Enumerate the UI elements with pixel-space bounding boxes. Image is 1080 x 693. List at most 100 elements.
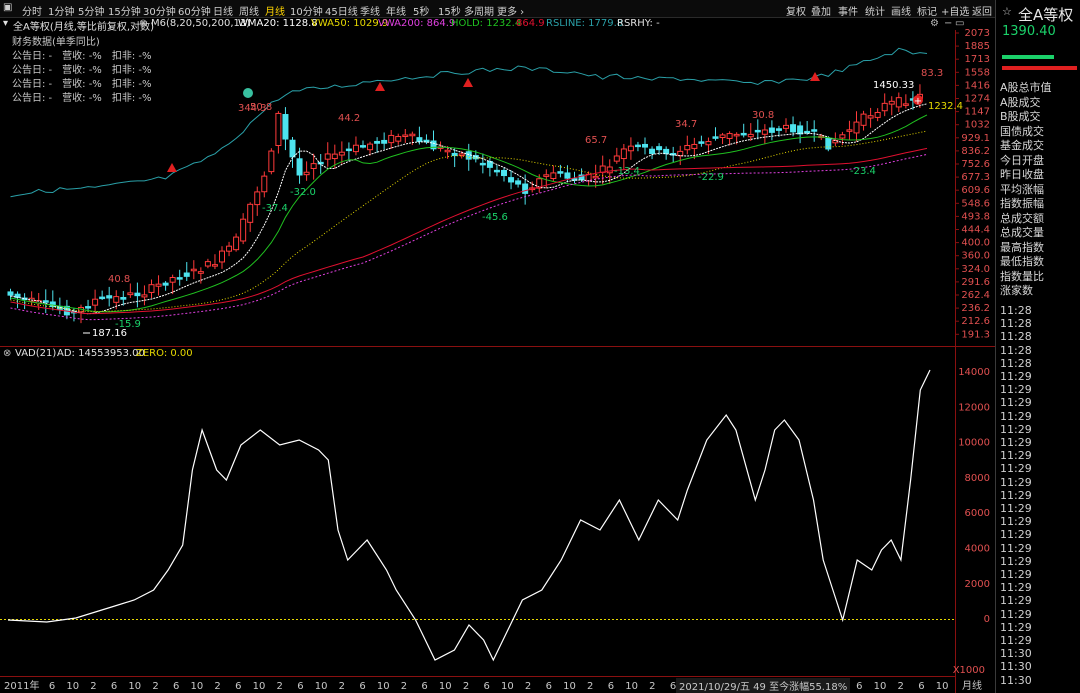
candle-body <box>479 162 486 166</box>
time-axis-label: 10 <box>128 681 141 692</box>
time-axis-label: 2 <box>587 681 593 692</box>
time-axis-label: 10 <box>874 681 887 692</box>
price-axis-label: 1274 <box>965 94 990 105</box>
candle-body <box>649 148 656 155</box>
time-axis-label: 2 <box>898 681 904 692</box>
candle-body <box>783 124 789 129</box>
candle-body <box>804 130 811 134</box>
candle-body <box>289 139 296 158</box>
price-axis-label: 2073 <box>965 28 990 39</box>
tick-time: 11:28 <box>1000 330 1032 344</box>
signal-triangle-icon <box>463 78 473 87</box>
time-axis-label: 2 <box>152 681 158 692</box>
candle-body <box>155 283 162 287</box>
time-axis-label: 10 <box>377 681 390 692</box>
price-annotation: -45.6 <box>482 212 508 223</box>
candle-body <box>811 129 818 132</box>
vad-ad-value: AD: 14553953.00 <box>57 348 145 359</box>
time-axis-label: 2 <box>649 681 655 692</box>
candle-body <box>733 133 740 137</box>
panel-title: 全A等权 <box>1018 6 1074 24</box>
time-axis-label: 2 <box>401 681 407 692</box>
tick-time: 11:29 <box>1000 409 1032 423</box>
price-annotation: -32.0 <box>290 187 316 198</box>
tick-time: 11:30 <box>1000 673 1032 687</box>
tick-time: 11:29 <box>1000 634 1032 647</box>
candle-body <box>219 250 225 263</box>
candle-body <box>839 134 846 139</box>
vad-axis-label: 4000 <box>965 544 990 555</box>
candle-body <box>501 169 507 177</box>
candle-body <box>613 155 620 162</box>
red-moving-line <box>10 147 928 315</box>
candle-body <box>352 144 359 153</box>
candle-body <box>381 139 388 144</box>
candle-body <box>310 163 317 169</box>
candle-body <box>895 97 902 108</box>
candle-body <box>867 115 874 119</box>
candle-body <box>543 174 550 177</box>
price-axis-label: 236.2 <box>961 303 990 314</box>
price-annotation: 83.3 <box>921 68 943 79</box>
candle-body <box>726 133 733 139</box>
time-axis-label: 10 <box>315 681 328 692</box>
time-axis-label: 6 <box>484 681 490 692</box>
tick-time: 11:29 <box>1000 422 1032 436</box>
price-annotation: -13.4 <box>614 166 640 177</box>
price-axis-label: 262.4 <box>961 290 990 301</box>
price-annotation: 1450.33 <box>873 80 914 91</box>
crosshair-date-label: 2021/10/29/五 49 至今涨幅55.18% <box>676 678 851 693</box>
candle-body <box>176 277 183 280</box>
star-icon[interactable]: ☆ <box>1002 5 1012 18</box>
candle-body <box>247 203 254 223</box>
tick-time: 11:29 <box>1000 396 1032 410</box>
candle-body <box>134 292 141 297</box>
candle-body <box>324 153 331 160</box>
price-axis-label: 360.0 <box>961 251 990 262</box>
candle-body <box>458 153 465 156</box>
candle-body <box>557 171 564 174</box>
candle-body <box>42 300 49 303</box>
candle-body <box>705 141 712 146</box>
tick-time: 11:29 <box>1000 502 1032 515</box>
price-axis-label: 548.6 <box>961 198 990 209</box>
chart-area[interactable]: 2073 1885 1713 1558 1416 1274 1147 1032 929.1 836… <box>0 0 995 693</box>
candle-body <box>747 133 754 138</box>
vad-axis-label: 6000 <box>965 508 990 519</box>
candle-body <box>444 149 451 153</box>
candle-body <box>761 129 768 135</box>
price-axis-label: 324.0 <box>961 264 990 275</box>
candle-body <box>197 271 204 274</box>
vwa200-line <box>10 153 928 321</box>
vad-name[interactable]: VAD(21) <box>15 348 56 359</box>
price-axis-label: 291.6 <box>961 277 990 288</box>
tick-time: 11:28 <box>1000 317 1032 331</box>
time-axis-label: 10 <box>501 681 514 692</box>
candle-body <box>275 112 282 146</box>
price-axis-label: 1147 <box>965 107 990 118</box>
price-axis-label: 1558 <box>965 67 990 78</box>
time-axis-label: 10 <box>625 681 638 692</box>
candle-body <box>677 150 684 157</box>
candle-body <box>388 134 395 144</box>
candle-body <box>881 102 888 112</box>
vad-unit-label: X1000 <box>953 665 985 676</box>
panel-field-label[interactable]: 涨家数 <box>1000 282 1033 298</box>
tick-time: 11:29 <box>1000 383 1032 397</box>
time-axis-label: 2 <box>463 681 469 692</box>
tick-time: 11:29 <box>1000 554 1032 568</box>
candle-body <box>550 172 557 180</box>
time-axis-label: 10 <box>253 681 266 692</box>
candle-body <box>296 158 303 176</box>
candle-body <box>7 291 14 296</box>
tick-time: 11:29 <box>1000 594 1032 608</box>
candle-body <box>627 145 634 152</box>
tick-time: 11:28 <box>1000 343 1032 357</box>
vad-close-icon[interactable]: ⊗ <box>3 348 11 359</box>
time-axis-label: 2 <box>277 681 283 692</box>
candle-body <box>656 146 663 151</box>
signal-triangle-icon <box>375 82 385 91</box>
time-axis-label: 2 <box>214 681 220 692</box>
price-annotation: 44.2 <box>338 113 360 124</box>
time-axis-label: 2 <box>90 681 96 692</box>
